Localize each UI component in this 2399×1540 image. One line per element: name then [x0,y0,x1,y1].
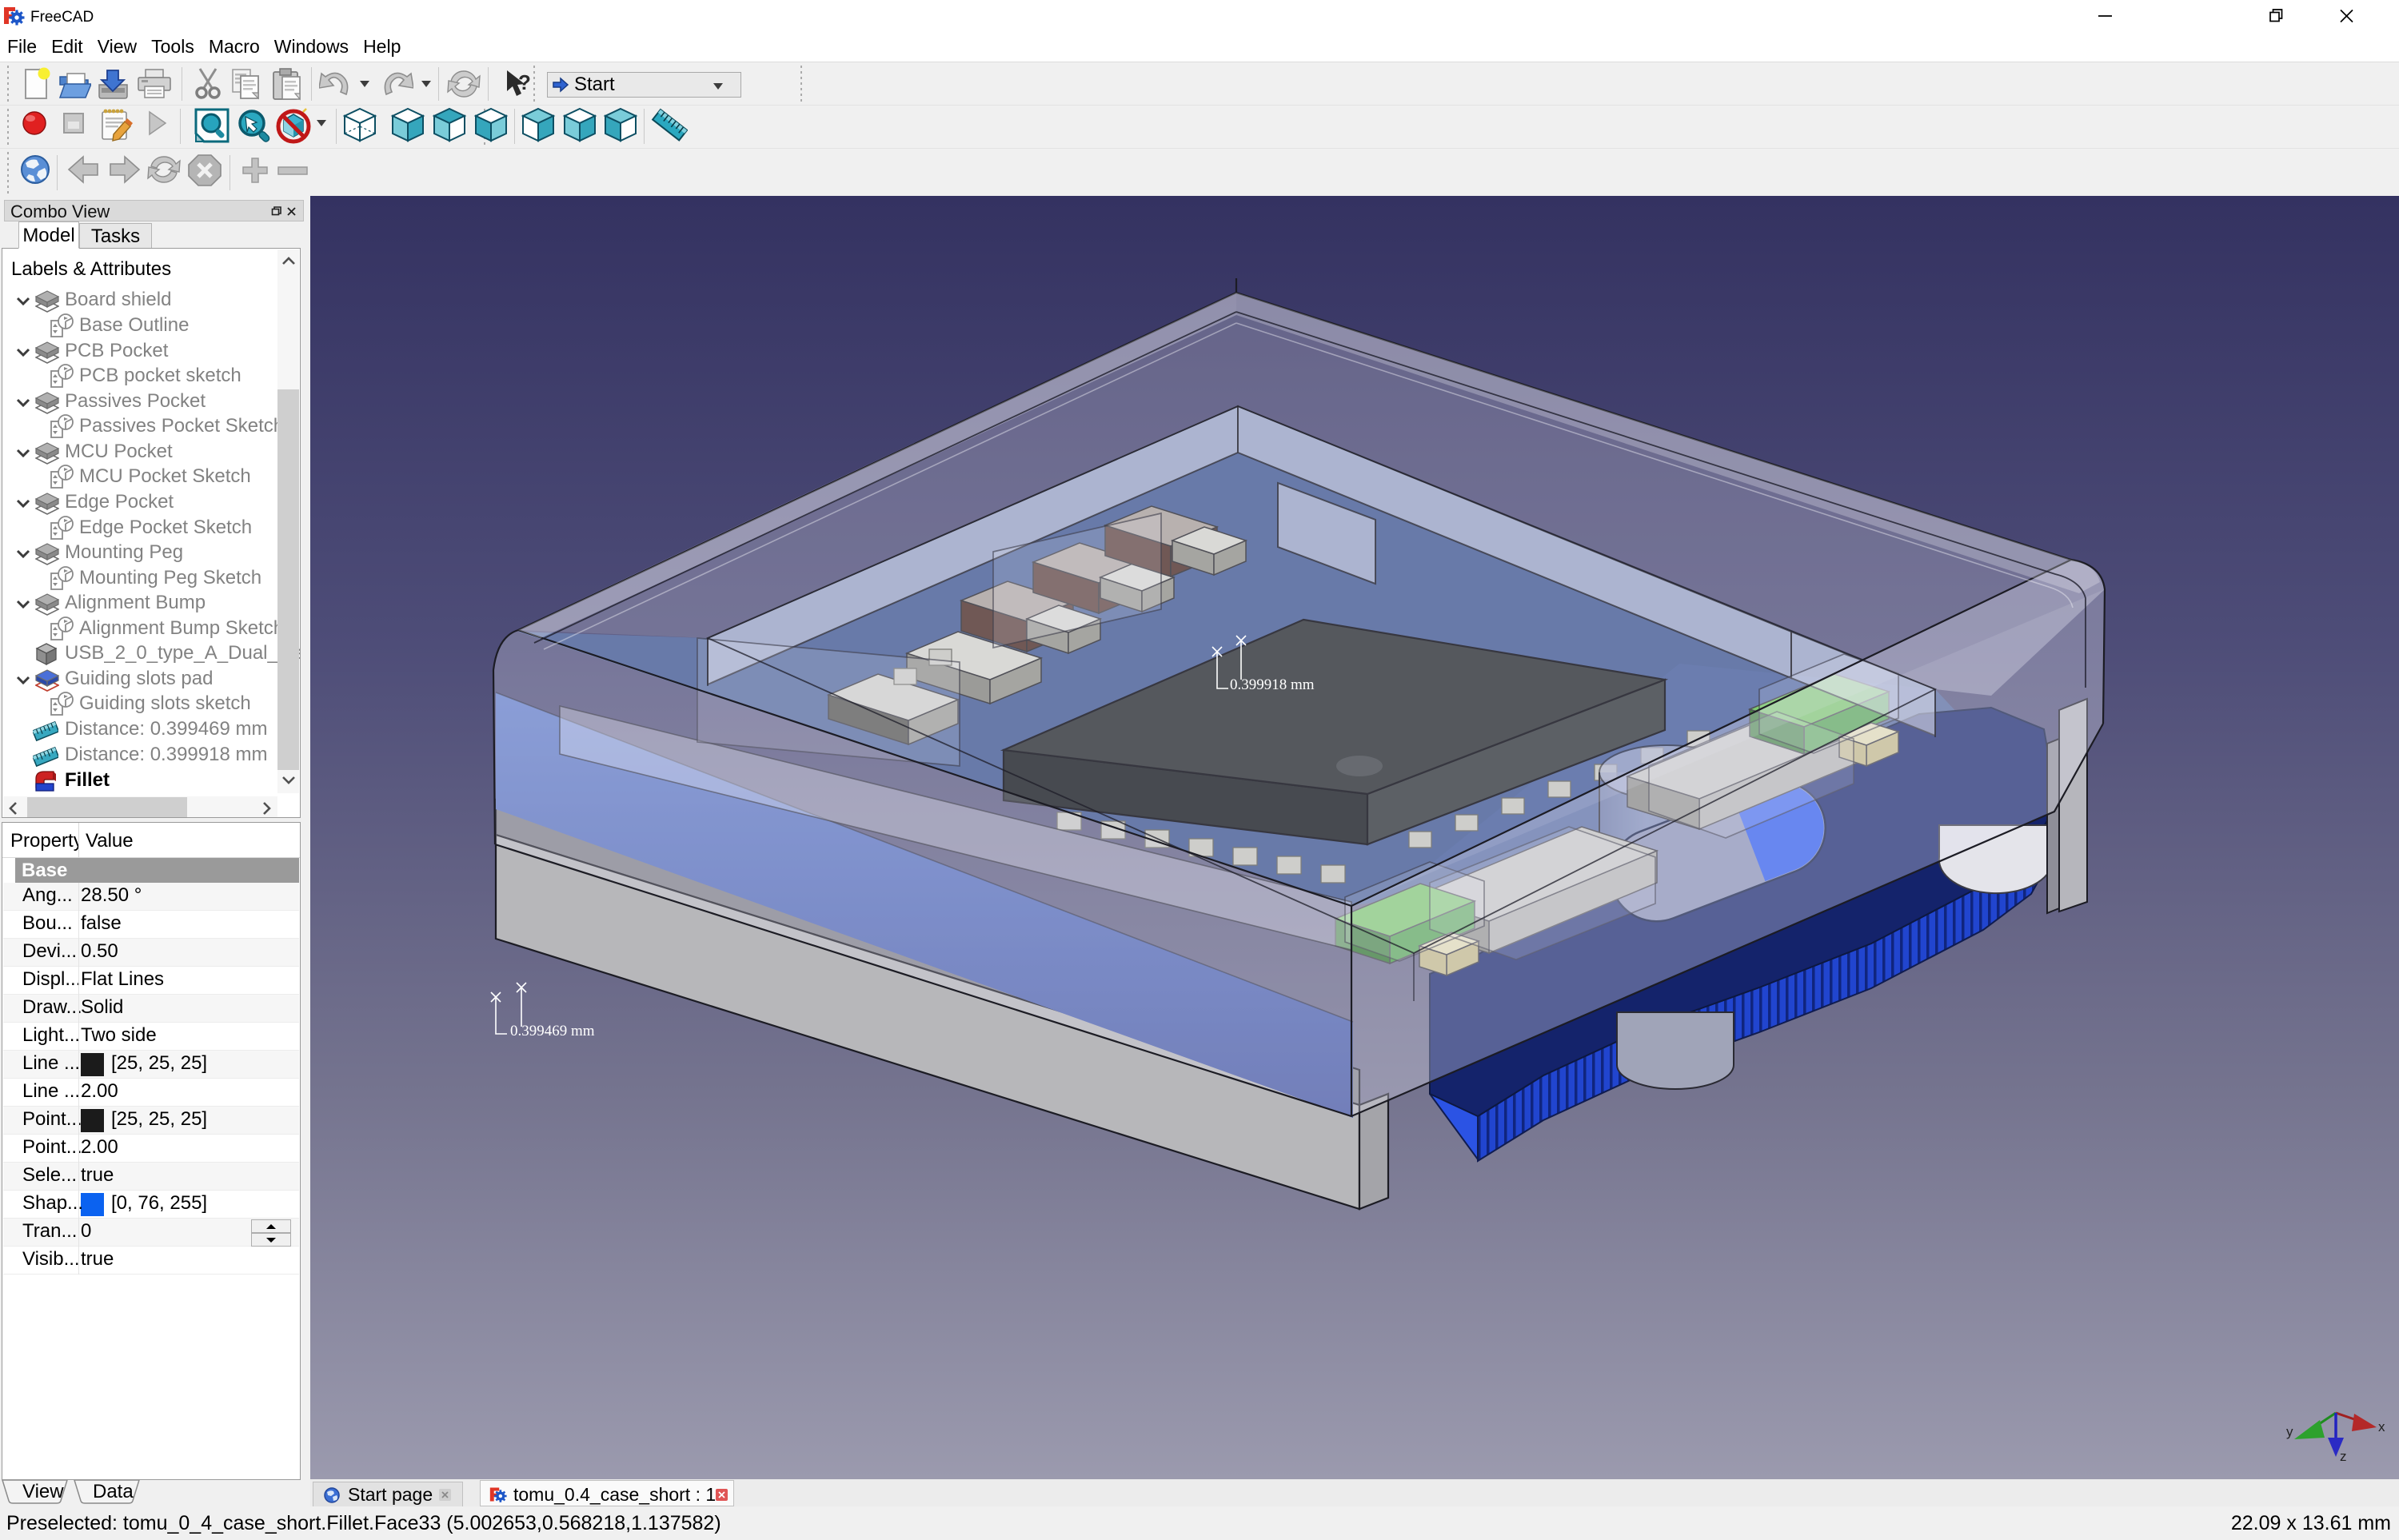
svg-text:View: View [22,1481,64,1502]
svg-text:z: z [2340,1449,2347,1464]
svg-text:Data: Data [93,1481,134,1502]
svg-text:0.399469 mm: 0.399469 mm [510,1023,595,1039]
svg-text:0.399918 mm: 0.399918 mm [1230,676,1315,693]
svg-text:x: x [2378,1419,2385,1434]
svg-text:y: y [2286,1424,2293,1439]
svg-text:?: ? [518,70,531,94]
